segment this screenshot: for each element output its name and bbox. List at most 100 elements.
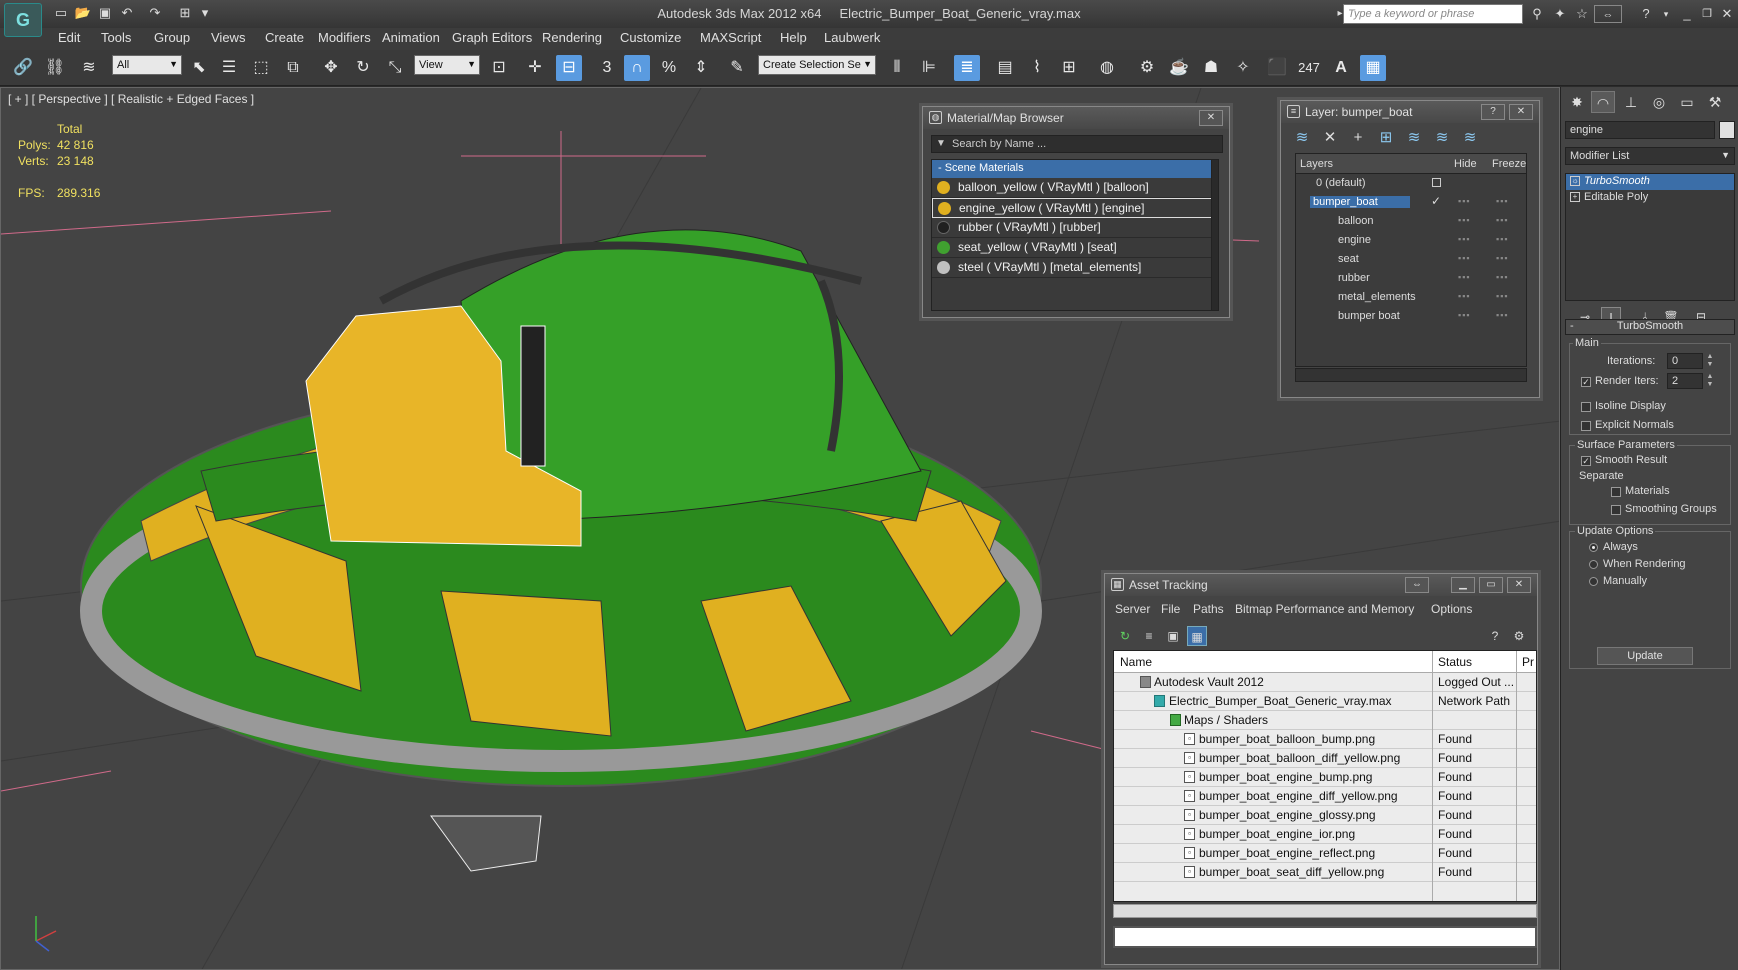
named-selection-dropdown[interactable]: Create Selection Se ▼ <box>758 55 876 75</box>
search-options-arrow-icon[interactable]: ▼ <box>936 138 946 149</box>
asset-menu-bitmap-performance[interactable]: Bitmap Performance and Memory <box>1235 602 1414 616</box>
select-object-icon[interactable]: ⬉ <box>186 55 212 81</box>
graphite-ribbon-icon[interactable]: ▤ <box>992 55 1018 81</box>
help-dropdown-icon[interactable]: ▾ <box>1656 5 1676 23</box>
curve-editor-icon[interactable]: ⌇ <box>1024 55 1050 81</box>
menu-maxscript[interactable]: MAXScript <box>700 30 761 45</box>
subscription-icon[interactable]: ✦ <box>1550 5 1570 23</box>
communication-center-icon[interactable]: ⇔ <box>1594 5 1622 23</box>
link-icon[interactable]: 🔗 <box>10 55 36 81</box>
project-folder-icon[interactable]: ⊞ <box>176 5 194 21</box>
object-name-field[interactable]: engine <box>1565 121 1715 139</box>
move-icon[interactable]: ✥ <box>318 55 344 81</box>
asset-tracking-minimize-button[interactable]: ▁ <box>1451 577 1475 593</box>
render-iters-checkbox[interactable]: ✓ <box>1581 377 1591 387</box>
help-icon[interactable]: ? <box>1636 5 1656 23</box>
open-file-icon[interactable]: 📂 <box>74 5 92 21</box>
layers-column-header[interactable]: Layers <box>1300 158 1333 170</box>
app-logo-button[interactable]: G <box>4 3 42 37</box>
keyboard-shortcut-override-icon[interactable]: ⊟ <box>556 55 582 81</box>
isoline-display-checkbox[interactable] <box>1581 402 1591 412</box>
layer-select-icon[interactable]: ⊞ <box>1375 127 1397 149</box>
select-manipulate-icon[interactable]: ✛ <box>522 55 548 81</box>
render-iterative-icon[interactable]: ✧ <box>1230 55 1256 81</box>
pr-column-header[interactable]: Pr <box>1522 655 1534 669</box>
polycount-counter[interactable]: 247 <box>1294 55 1324 81</box>
new-file-icon[interactable]: ▭ <box>52 5 70 21</box>
stack-item-editable-poly[interactable]: + Editable Poly <box>1566 190 1734 206</box>
asset-tracking-dock-button[interactable]: ⇔ <box>1405 577 1429 593</box>
stack-item-turbosmooth[interactable]: ☼ TurboSmooth <box>1566 174 1734 190</box>
asset-row[interactable]: ▫ bumper_boat_balloon_diff_yellow.png Foun… <box>1114 749 1536 768</box>
material-item[interactable]: steel ( VRayMtl ) [metal_elements] <box>932 258 1212 278</box>
layer-row[interactable]: balloon ▪▪▪ ▪▪▪ <box>1296 212 1526 231</box>
expand-plus-icon[interactable]: + <box>1570 192 1580 202</box>
iterations-spinner[interactable]: 0 <box>1667 353 1703 369</box>
align-icon[interactable]: ⊫ <box>916 55 942 81</box>
thumbnail-view-icon[interactable]: ▣ <box>1163 626 1183 646</box>
menu-graph-editors[interactable]: Graph Editors <box>452 30 532 45</box>
asset-row[interactable]: ▫ bumper_boat_engine_reflect.png Found <box>1114 844 1536 863</box>
material-editor-icon[interactable]: ◍ <box>1094 55 1120 81</box>
material-item[interactable]: rubber ( VRayMtl ) [rubber] <box>932 218 1212 238</box>
close-window-button[interactable]: ✕ <box>1717 5 1737 23</box>
create-tab-icon[interactable]: ✸ <box>1565 91 1589 113</box>
smooth-result-checkbox[interactable]: ✓ <box>1581 456 1591 466</box>
render-iters-spinner[interactable]: 2 <box>1667 373 1703 389</box>
layer-help-button[interactable]: ? <box>1481 104 1505 120</box>
rectangular-selection-icon[interactable]: ⬚ <box>248 55 274 81</box>
lightbulb-icon[interactable]: ☼ <box>1570 176 1580 186</box>
material-browser-close-button[interactable]: ✕ <box>1199 110 1223 126</box>
asset-help-icon[interactable]: ? <box>1485 626 1505 646</box>
layer-panel-title-bar[interactable]: ≡ Layer: bumper_boat ? ✕ <box>1281 101 1539 123</box>
layer-delete-icon[interactable]: ✕ <box>1319 127 1341 149</box>
material-browser-title-bar[interactable]: ◍ Material/Map Browser ✕ <box>923 107 1229 129</box>
asset-horizontal-scrollbar[interactable] <box>1113 904 1537 918</box>
binoculars-icon[interactable]: ⚲ <box>1527 5 1547 23</box>
select-by-name-icon[interactable]: ☰ <box>216 55 242 81</box>
spinner-snap-icon[interactable]: ⇕ <box>688 55 714 81</box>
turbosmooth-rollout-header[interactable]: - TurboSmooth <box>1565 319 1735 335</box>
star-icon[interactable]: ☆ <box>1572 5 1592 23</box>
snaps-toggle-icon[interactable]: 3 <box>594 55 620 81</box>
unlink-icon[interactable]: ⛓ <box>42 55 68 81</box>
rotate-icon[interactable]: ↻ <box>350 55 376 81</box>
menu-rendering[interactable]: Rendering <box>542 30 602 45</box>
asset-tracking-maximize-button[interactable]: ▭ <box>1479 577 1503 593</box>
asset-tracking-icon[interactable]: ▦ <box>1360 55 1386 81</box>
menu-views[interactable]: Views <box>211 30 245 45</box>
status-column-header[interactable]: Status <box>1438 655 1472 669</box>
asset-row[interactable]: ▫ bumper_boat_engine_diff_yellow.png Found <box>1114 787 1536 806</box>
selection-filter-dropdown[interactable]: All ▼ <box>112 55 182 75</box>
asset-row[interactable]: Electric_Bumper_Boat_Generic_vray.max Net… <box>1114 692 1536 711</box>
angle-snap-icon[interactable]: ∩ <box>624 55 650 81</box>
keyword-search-input[interactable]: Type a keyword or phrase <box>1343 4 1523 24</box>
layer-highlight-icon[interactable]: ≋ <box>1403 127 1425 149</box>
menu-create[interactable]: Create <box>265 30 304 45</box>
minimize-window-button[interactable]: _ <box>1677 5 1697 23</box>
asset-menu-file[interactable]: File <box>1161 602 1180 616</box>
render-production-icon[interactable]: ☗ <box>1198 55 1224 81</box>
asset-settings-icon[interactable]: ⚙ <box>1509 626 1529 646</box>
reference-coordinate-dropdown[interactable]: View ▼ <box>414 55 480 75</box>
refresh-icon[interactable]: ↻ <box>1115 626 1135 646</box>
layer-manager-icon[interactable]: ≣ <box>954 55 980 81</box>
modify-tab-icon[interactable]: ◠ <box>1591 91 1615 113</box>
layer-row[interactable]: engine ▪▪▪ ▪▪▪ <box>1296 231 1526 250</box>
bind-spacewarp-icon[interactable]: ≋ <box>76 55 102 81</box>
menu-laubwerk[interactable]: Laubwerk <box>824 30 880 45</box>
menu-edit[interactable]: Edit <box>58 30 80 45</box>
layer-create-icon[interactable]: ≋ <box>1291 127 1313 149</box>
asset-row[interactable]: ▫ bumper_boat_balloon_bump.png Found <box>1114 730 1536 749</box>
layer-add-icon[interactable]: + <box>1347 127 1369 149</box>
save-file-icon[interactable]: ▣ <box>96 5 114 21</box>
iterations-spinner-arrows-icon[interactable]: ▲ ▼ <box>1705 353 1715 369</box>
material-item[interactable]: seat_yellow ( VRayMtl ) [seat] <box>932 238 1212 258</box>
motion-tab-icon[interactable]: ◎ <box>1647 91 1671 113</box>
edit-named-selection-icon[interactable]: ✎ <box>724 55 750 81</box>
schematic-view-icon[interactable]: ⊞ <box>1056 55 1082 81</box>
hide-column-header[interactable]: Hide <box>1454 158 1477 170</box>
menu-tools[interactable]: Tools <box>101 30 131 45</box>
box-icon[interactable]: ⬛ <box>1264 55 1290 81</box>
update-always-radio[interactable] <box>1589 543 1598 552</box>
